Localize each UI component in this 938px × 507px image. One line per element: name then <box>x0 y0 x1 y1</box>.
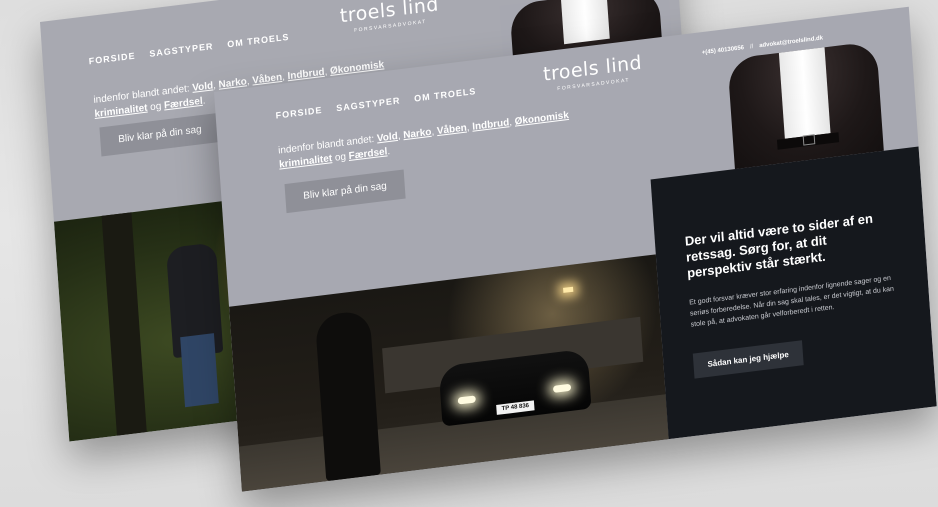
intro-joiner: og <box>149 100 162 114</box>
lawyer-shirt <box>560 0 610 45</box>
nav-om-troels[interactable]: OM TROELS <box>227 32 290 50</box>
logo[interactable]: troels lind FORSVARSADVOKAT <box>542 52 644 94</box>
area-indbrud[interactable]: Indbrud <box>472 117 510 133</box>
main-nav: FORSIDE SAGSTYPER OM TROELS <box>88 32 289 67</box>
mockup-front-screen: FORSIDE SAGSTYPER OM TROELS troels lind … <box>214 6 937 492</box>
tree-trunk <box>101 212 147 436</box>
night-car-photo: TP 48 836 <box>229 254 669 492</box>
belt-buckle <box>802 134 816 146</box>
intro-joiner: og <box>334 151 347 164</box>
contact-separator: // <box>749 43 754 51</box>
nav-forside[interactable]: FORSIDE <box>275 105 322 121</box>
cta-button[interactable]: Bliv klar på din sag <box>99 112 221 157</box>
lawyer-shirt <box>778 47 831 139</box>
email-link[interactable]: advokat@troelslind.dk <box>759 35 823 49</box>
nav-om-troels[interactable]: OM TROELS <box>414 86 477 104</box>
nav-sagstyper[interactable]: SAGSTYPER <box>149 41 214 59</box>
panel-body: Et godt forsvar kræver stor erfaring ind… <box>689 274 895 329</box>
area-vold[interactable]: Vold <box>377 131 399 145</box>
adult-jeans <box>180 333 219 408</box>
phone-link[interactable]: +(45) 40130656 <box>702 45 745 56</box>
intro-suffix: . <box>202 95 206 107</box>
area-faerdsel[interactable]: Færdsel <box>164 96 203 112</box>
lawyer-photo <box>717 39 894 171</box>
help-button[interactable]: Sådan kan jeg hjælpe <box>692 340 804 379</box>
main-nav: FORSIDE SAGSTYPER OM TROELS <box>275 86 476 121</box>
info-panel: Der vil altid være to sider af en retssa… <box>650 146 937 440</box>
walking-person <box>314 309 381 482</box>
area-vold[interactable]: Vold <box>192 80 214 94</box>
area-vaaben[interactable]: Våben <box>437 122 468 137</box>
area-faerdsel[interactable]: Færdsel <box>348 146 387 162</box>
intro-suffix: . <box>386 145 391 158</box>
cta-button[interactable]: Bliv klar på din sag <box>284 169 406 214</box>
logo[interactable]: troels lind FORSVARSADVOKAT <box>339 0 440 35</box>
nav-sagstyper[interactable]: SAGSTYPER <box>336 95 401 113</box>
street-lamp <box>563 286 574 293</box>
panel-headline: Der vil altid være to sider af en retssa… <box>684 210 874 281</box>
area-narko[interactable]: Narko <box>403 127 432 141</box>
nav-forside[interactable]: FORSIDE <box>88 51 135 67</box>
